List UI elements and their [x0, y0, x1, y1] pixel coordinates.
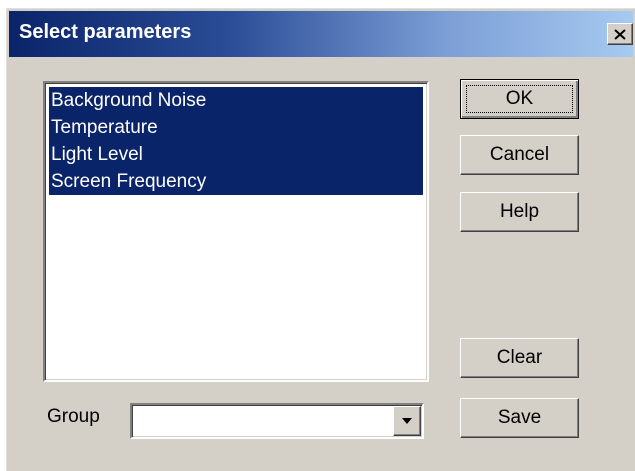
- list-item[interactable]: Temperature: [49, 114, 423, 141]
- close-icon: [614, 28, 626, 40]
- help-button-label: Help: [499, 201, 540, 222]
- clear-button-label: Clear: [496, 347, 543, 368]
- clear-button[interactable]: Clear: [460, 338, 579, 378]
- help-button[interactable]: Help: [460, 192, 579, 232]
- group-combobox[interactable]: [130, 403, 424, 439]
- title-bar[interactable]: Select parameters: [9, 11, 633, 57]
- chevron-down-icon: [402, 418, 412, 424]
- save-button[interactable]: Save: [460, 398, 579, 438]
- cancel-button-label: Cancel: [489, 144, 550, 165]
- focus-rectangle: [466, 85, 573, 113]
- parameters-listbox[interactable]: Background Noise Temperature Light Level…: [43, 81, 429, 382]
- close-button[interactable]: [607, 23, 633, 45]
- dialog-title: Select parameters: [19, 21, 192, 43]
- list-item[interactable]: Light Level: [49, 141, 423, 168]
- cancel-button[interactable]: Cancel: [460, 135, 579, 175]
- list-item[interactable]: Screen Frequency: [49, 168, 423, 195]
- save-button-label: Save: [497, 407, 542, 428]
- select-parameters-dialog: Select parameters Background Noise Tempe…: [6, 8, 635, 471]
- ok-button[interactable]: OK: [460, 79, 579, 119]
- group-label: Group: [47, 406, 100, 427]
- group-dropdown-button[interactable]: [393, 406, 421, 436]
- list-item[interactable]: Background Noise: [49, 87, 423, 114]
